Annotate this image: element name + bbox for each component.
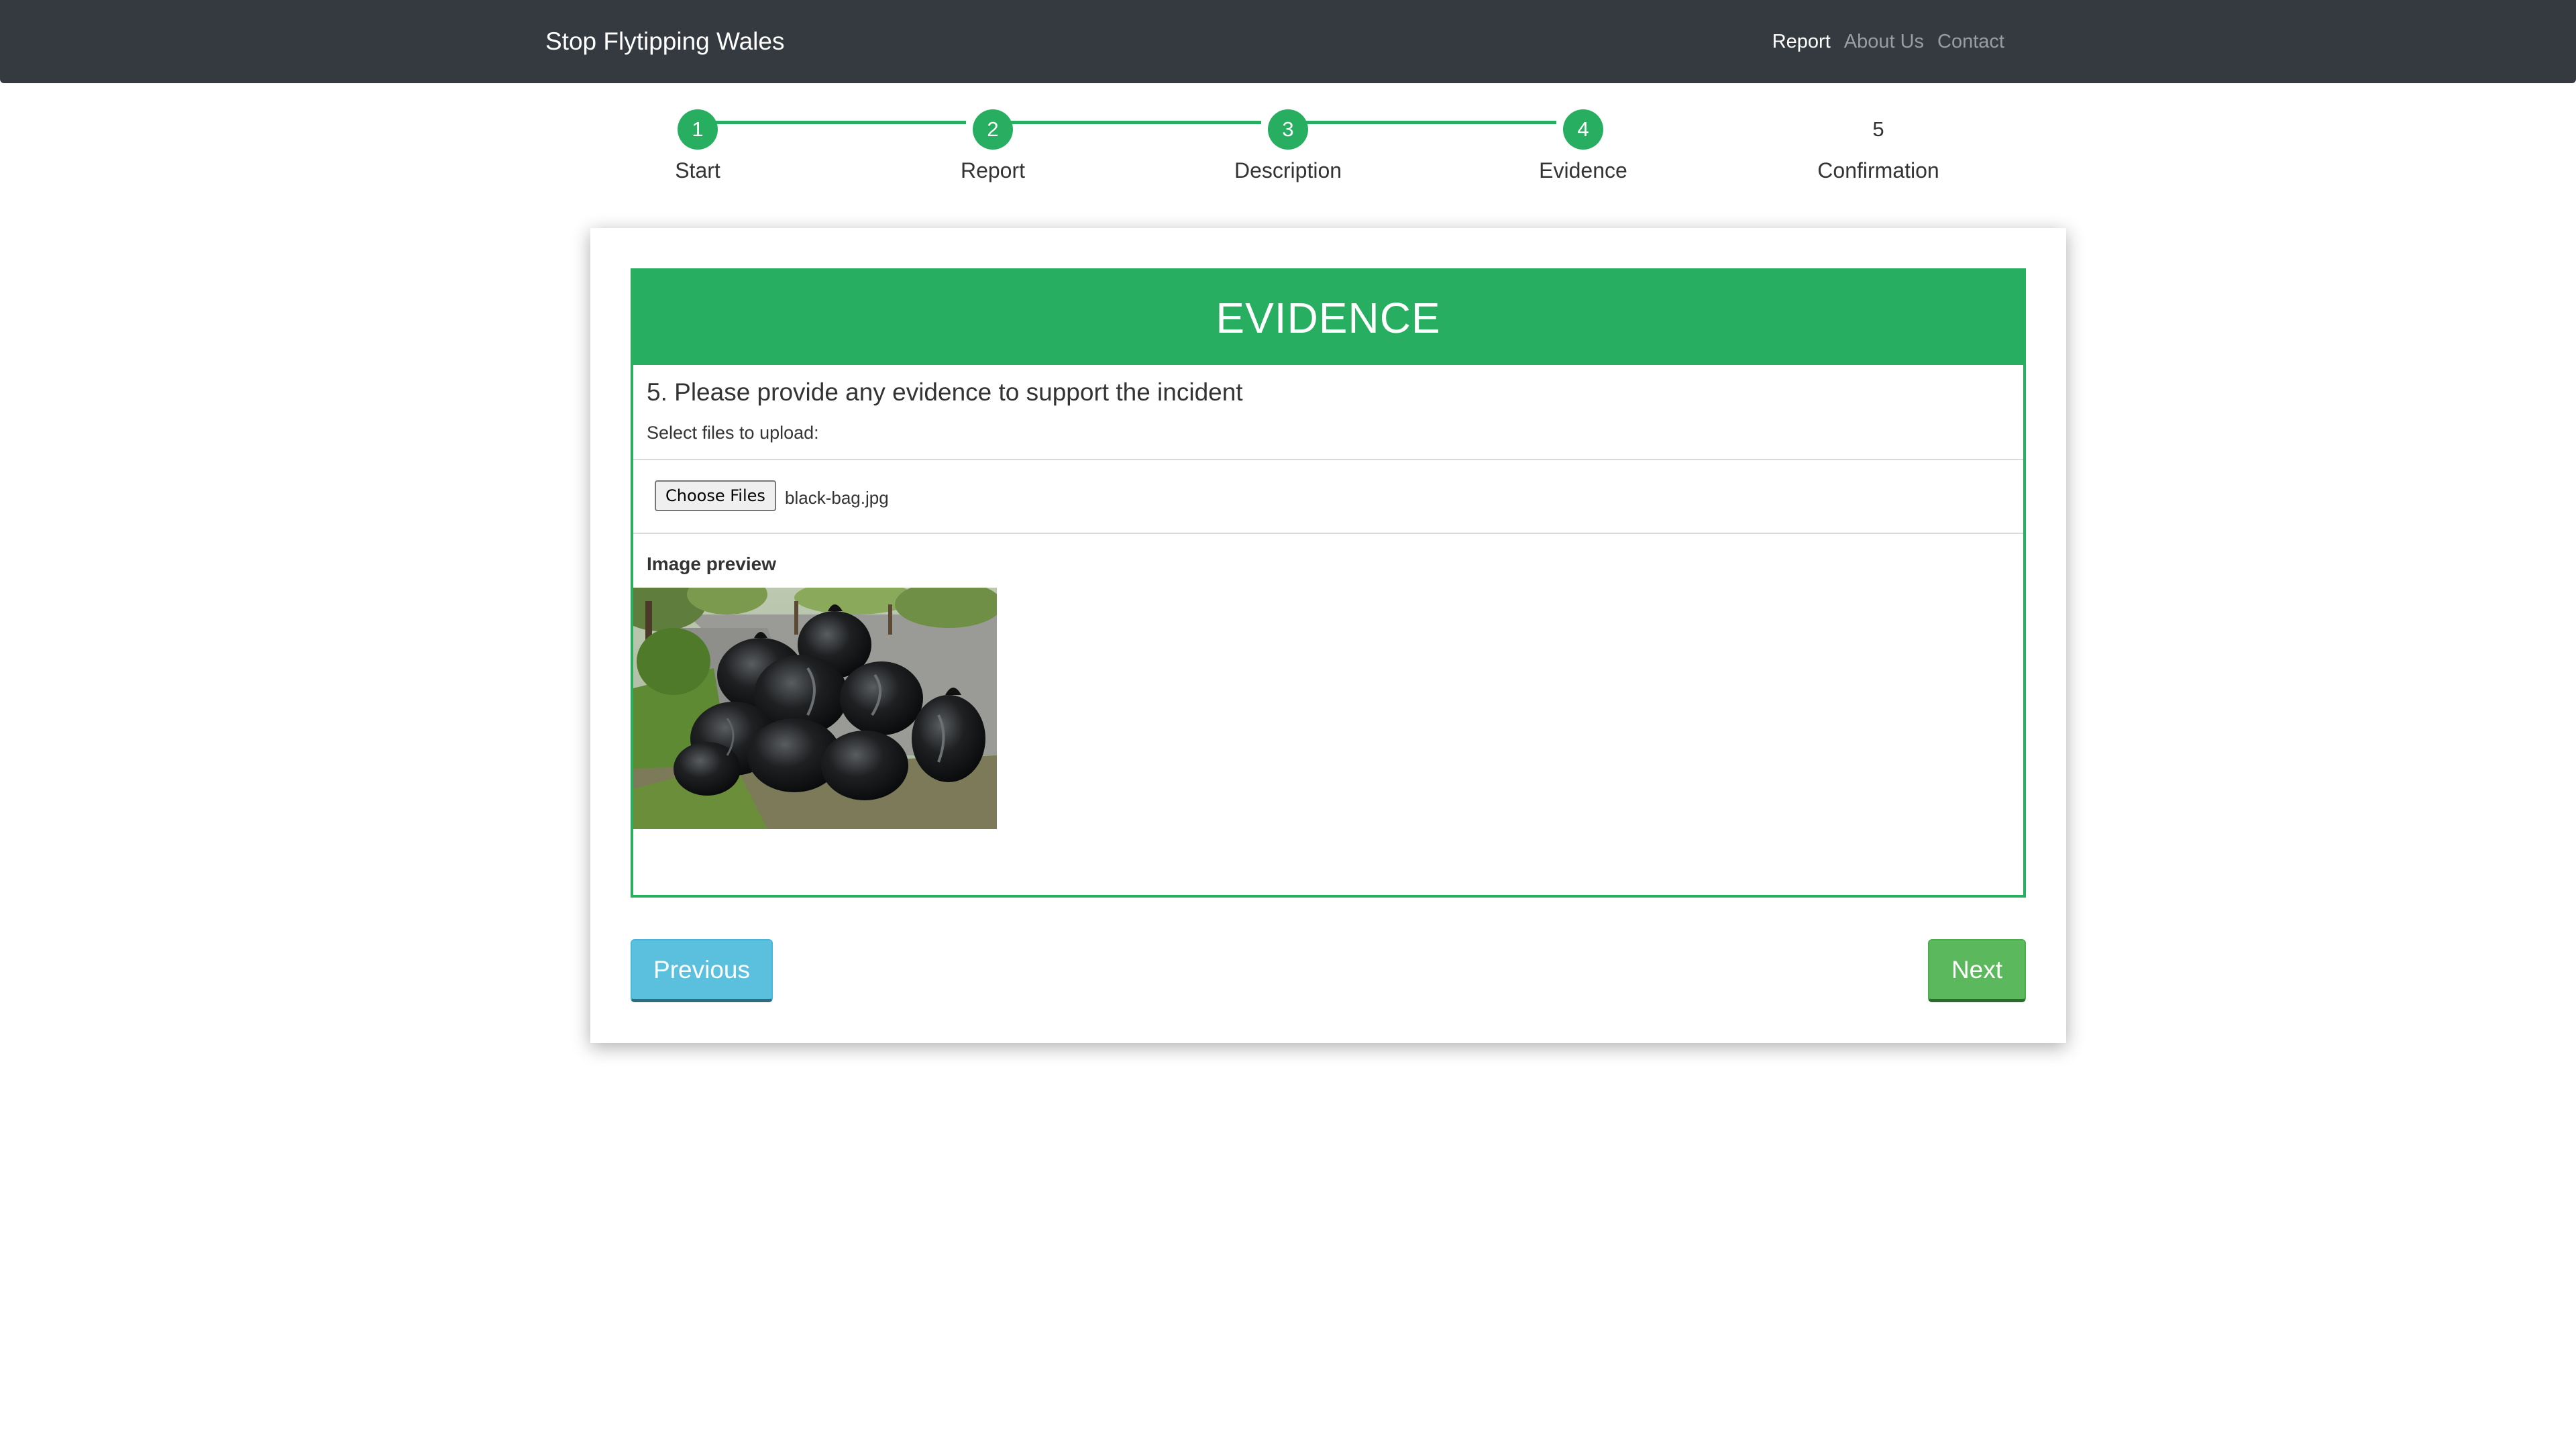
upload-label: Select files to upload:	[647, 423, 819, 443]
evidence-panel: EVIDENCE 5. Please provide any evidence …	[631, 268, 2026, 898]
previous-button[interactable]: Previous	[631, 939, 773, 1002]
panel-title: EVIDENCE	[633, 271, 2023, 365]
step-2-circle: 2	[973, 109, 1013, 150]
step-3-circle: 3	[1268, 109, 1308, 150]
step-1-label: Start	[675, 158, 720, 182]
step-5-circle: 5	[1872, 117, 1884, 141]
image-preview-label: Image preview	[647, 553, 776, 574]
step-5-label: Confirmation	[1817, 158, 1939, 182]
step-4-label: Evidence	[1539, 158, 1627, 182]
black-bags-photo	[633, 588, 997, 829]
step-2-label: Report	[960, 158, 1026, 182]
step-1-circle: 1	[678, 109, 718, 150]
selected-file-name: black-bag.jpg	[785, 488, 889, 508]
step-connector-3-4	[1288, 121, 1556, 124]
step-3-label: Description	[1234, 158, 1342, 182]
form-card: EVIDENCE 5. Please provide any evidence …	[590, 228, 2066, 1043]
file-input[interactable]: Choose Files black-bag.jpg	[633, 459, 2023, 534]
evidence-question: 5. Please provide any evidence to suppor…	[647, 378, 1243, 406]
step-4-circle: 4	[1563, 109, 1603, 150]
next-button[interactable]: Next	[1928, 939, 2026, 1002]
step-connector-2-3	[993, 121, 1261, 124]
choose-files-button[interactable]: Choose Files	[655, 480, 776, 511]
progress-stepper: 1 2 3 4 5 Start Report Description Evide…	[0, 0, 2576, 201]
image-preview	[633, 588, 997, 829]
step-connector-1-2	[698, 121, 966, 124]
